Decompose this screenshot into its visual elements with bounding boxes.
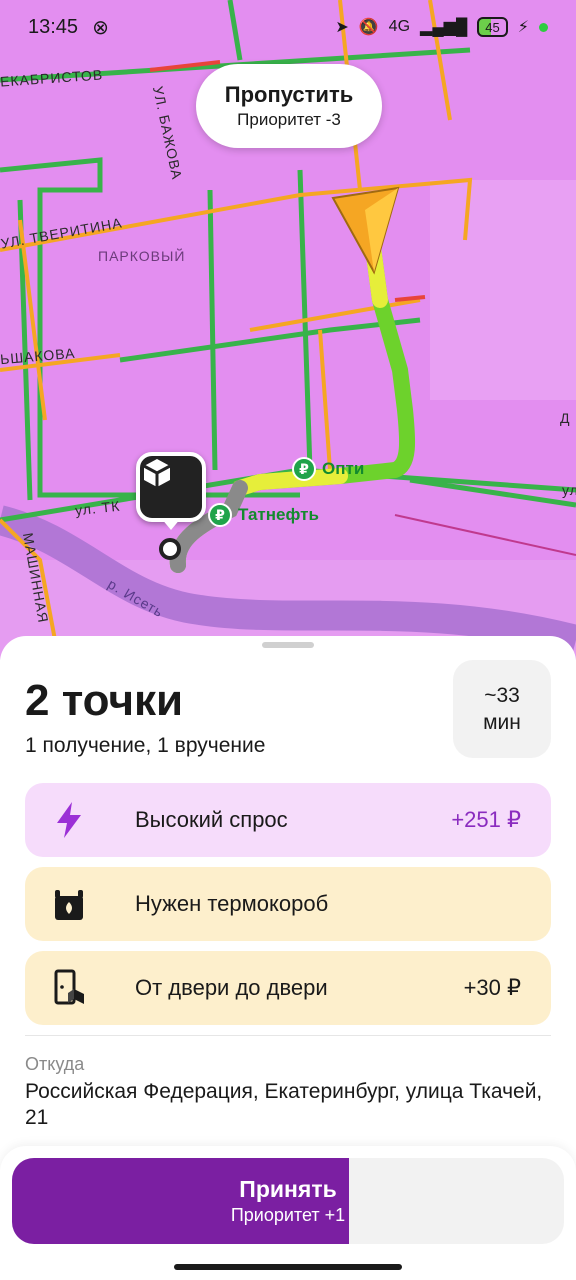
tag-thermobox-label: Нужен термокороб: [135, 891, 329, 916]
accept-button[interactable]: Принять Приоритет +1: [12, 1158, 564, 1244]
street-label: Д: [560, 410, 571, 426]
sync-icon: ⊗: [92, 16, 109, 39]
tag-high-demand-amount: +251 ₽: [451, 807, 521, 832]
signal-icon: ▂▄▆█: [420, 19, 468, 36]
pickup-pin[interactable]: [136, 452, 206, 522]
skip-button[interactable]: Пропустить Приоритет -3: [196, 64, 382, 148]
from-address: Российская Федерация, Екатеринбург, улиц…: [25, 1080, 543, 1130]
status-dot-icon: [539, 22, 548, 32]
route-map[interactable]: 13:45 ⊗ ➤ 🔕 4G ▂▄▆█ 45 ⚡ Пропустить Прио…: [0, 0, 576, 660]
tag-high-demand-label: Высокий спрос: [135, 807, 288, 832]
divider: [25, 1035, 551, 1036]
poi-tatneft[interactable]: ₽ Татнефть: [208, 503, 319, 527]
status-indicators: ➤ 🔕 4G ▂▄▆█ 45 ⚡: [335, 17, 548, 37]
thermobox-icon: [49, 884, 89, 924]
tag-door-to-door-amount: +30 ₽: [463, 975, 521, 1000]
accept-button-content: Принять Приоритет +1: [12, 1158, 564, 1244]
sheet-drag-handle[interactable]: [262, 642, 314, 648]
action-bar: Принять Приоритет +1: [0, 1146, 576, 1280]
network-label: 4G: [388, 18, 411, 35]
points-subtitle: 1 получение, 1 вручение: [25, 734, 266, 757]
tag-door-to-door: От двери до двери +30 ₽: [25, 951, 551, 1025]
tag-high-demand: Высокий спрос +251 ₽: [25, 783, 551, 857]
eta-unit: мин: [483, 711, 521, 734]
battery-indicator: 45: [477, 17, 508, 37]
route-start-dot: [159, 538, 181, 560]
door-to-door-icon: [49, 968, 89, 1008]
poi-tatneft-label: Татнефть: [238, 505, 319, 524]
accept-priority: Приоритет +1: [230, 1205, 346, 1225]
home-indicator[interactable]: [174, 1264, 402, 1270]
pickup-pin-tail: [161, 518, 181, 530]
from-label: Откуда: [25, 1054, 85, 1074]
district-label: ПАРКОВЫЙ: [98, 248, 186, 264]
points-title: 2 точки: [25, 676, 184, 725]
package-icon: [143, 459, 171, 487]
tag-door-to-door-label: От двери до двери: [135, 975, 328, 1000]
gas-station-icon: ₽: [292, 457, 316, 481]
status-time: 13:45: [28, 15, 79, 38]
order-offer-screen: 13:45 ⊗ ➤ 🔕 4G ▂▄▆█ 45 ⚡ Пропустить Прио…: [0, 0, 576, 1280]
charging-icon: ⚡: [517, 19, 529, 36]
gas-station-icon: ₽: [208, 503, 232, 527]
poi-opti[interactable]: ₽ Опти: [292, 457, 364, 481]
skip-priority: Приоритет -3: [237, 110, 341, 129]
pickup-address: Откуда Российская Федерация, Екатеринбур…: [25, 1054, 551, 1132]
eta-value: ~33: [484, 683, 520, 707]
lightning-icon: [49, 800, 89, 840]
tag-thermobox: Нужен термокороб: [25, 867, 551, 941]
skip-title: Пропустить: [224, 82, 354, 107]
location-icon: ➤: [335, 19, 349, 36]
status-bar: 13:45 ⊗ ➤ 🔕 4G ▂▄▆█ 45 ⚡: [0, 0, 576, 54]
order-summary: 2 точки 1 получение, 1 вручение: [25, 676, 265, 758]
street-label: ул: [562, 482, 576, 498]
mute-icon: 🔕: [358, 19, 379, 36]
accept-title: Принять: [239, 1176, 337, 1202]
eta-badge: ~33 мин: [453, 660, 551, 758]
poi-opti-label: Опти: [322, 459, 365, 478]
